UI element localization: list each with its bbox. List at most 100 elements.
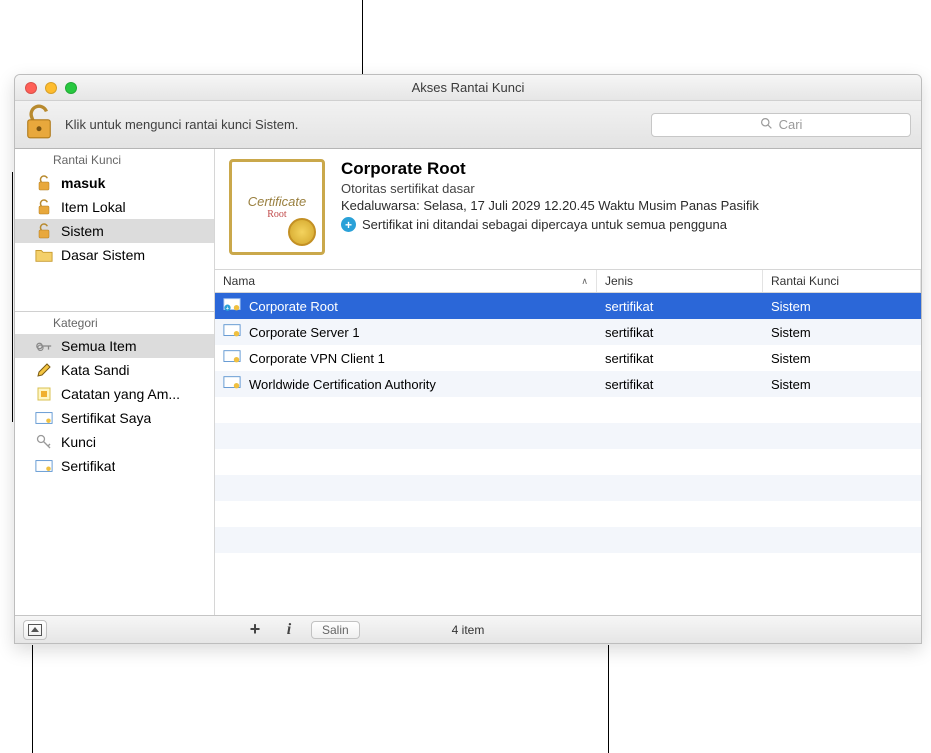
sort-ascending-icon: ∧ bbox=[581, 276, 588, 287]
certificate-expiry: Kedaluwarsa: Selasa, 17 Juli 2029 12.20.… bbox=[341, 198, 907, 213]
column-header-keychain-label: Rantai Kunci bbox=[771, 274, 839, 288]
column-header-kind[interactable]: Jenis bbox=[597, 270, 763, 292]
cell-name-text: Corporate VPN Client 1 bbox=[249, 351, 385, 366]
certificate-icon bbox=[223, 348, 241, 369]
certificate-metadata: Corporate Root Otoritas sertifikat dasar… bbox=[341, 159, 907, 255]
table-row[interactable]: Worldwide Certification Authority sertifi… bbox=[215, 371, 921, 397]
cell-name-text: Corporate Server 1 bbox=[249, 325, 360, 340]
note-icon bbox=[35, 385, 53, 403]
mycert-icon bbox=[35, 409, 53, 427]
table-header: Nama ∧ Jenis Rantai Kunci bbox=[215, 269, 921, 293]
unlock-icon bbox=[25, 104, 53, 145]
cell-name-text: Worldwide Certification Authority bbox=[249, 377, 436, 392]
keychains-section: Rantai Kunci masukItem LokalSistemDasar … bbox=[15, 149, 214, 267]
cell-keychain: Sistem bbox=[763, 299, 921, 314]
toggle-sidebar-button[interactable] bbox=[23, 620, 47, 640]
close-window-button[interactable] bbox=[25, 82, 37, 94]
cell-kind: sertifikat bbox=[597, 299, 763, 314]
sidebar-category-item[interactable]: Sertifikat Saya bbox=[15, 406, 214, 430]
column-header-name-label: Nama bbox=[223, 274, 255, 288]
table-row-empty bbox=[215, 397, 921, 423]
guide-line bbox=[32, 645, 33, 753]
sidebar-item-label: Semua Item bbox=[61, 338, 136, 354]
search-icon bbox=[760, 117, 773, 133]
zoom-window-button[interactable] bbox=[65, 82, 77, 94]
column-header-kind-label: Jenis bbox=[605, 274, 633, 288]
trust-status-text: Sertifikat ini ditandai sebagai dipercay… bbox=[362, 217, 727, 232]
search-placeholder: Cari bbox=[779, 117, 803, 132]
table-row[interactable]: + Corporate Root sertifikatSistem bbox=[215, 293, 921, 319]
sidebar-keychain-item[interactable]: Item Lokal bbox=[15, 195, 214, 219]
table-row[interactable]: Corporate Server 1 sertifikatSistem bbox=[215, 319, 921, 345]
table-body[interactable]: +Corporate RootsertifikatSistemCorporate… bbox=[215, 293, 921, 615]
sidebar-keychain-item[interactable]: Sistem bbox=[15, 219, 214, 243]
sidebar-category-item[interactable]: Sertifikat bbox=[15, 454, 214, 478]
folder-cert-icon bbox=[35, 246, 53, 264]
sidebar-item-label: Sistem bbox=[61, 223, 104, 239]
certificate-name: Corporate Root bbox=[341, 159, 907, 179]
window-body: Rantai Kunci masuk Item Lokal Sistem Dasar … bbox=[15, 149, 921, 615]
cell-keychain: Sistem bbox=[763, 351, 921, 366]
sidebar-item-label: Item Lokal bbox=[61, 199, 126, 215]
sidebar: Rantai Kunci masukItem LokalSistemDasar … bbox=[15, 149, 215, 615]
main-content: Certificate Root Corporate Root Otoritas… bbox=[215, 149, 921, 615]
table-row-empty bbox=[215, 501, 921, 527]
cell-kind: sertifikat bbox=[597, 325, 763, 340]
keyset-icon bbox=[35, 337, 53, 355]
sidebar-category-item[interactable]: Semua Item bbox=[15, 334, 214, 358]
sidebar-item-label: Dasar Sistem bbox=[61, 247, 145, 263]
sidebar-item-label: Kata Sandi bbox=[61, 362, 130, 378]
toolbar: Klik untuk mengunci rantai kunci Sistem.… bbox=[15, 101, 921, 149]
sidebar-item-label: Sertifikat Saya bbox=[61, 410, 151, 426]
table-row-empty bbox=[215, 475, 921, 501]
minimize-window-button[interactable] bbox=[45, 82, 57, 94]
cert-image-title: Certificate bbox=[248, 194, 307, 209]
keychain-access-window: Akses Rantai Kunci Klik untuk mengunci r… bbox=[14, 74, 922, 644]
guide-line bbox=[12, 172, 13, 422]
certificate-icon bbox=[223, 322, 241, 343]
cell-kind: sertifikat bbox=[597, 377, 763, 392]
table-row[interactable]: Corporate VPN Client 1 sertifikatSistem bbox=[215, 345, 921, 371]
certificate-details: Certificate Root Corporate Root Otoritas… bbox=[215, 149, 921, 269]
unlock-icon bbox=[35, 198, 53, 216]
table-row-empty bbox=[215, 423, 921, 449]
add-item-button[interactable]: + bbox=[243, 619, 267, 641]
cell-name: Worldwide Certification Authority bbox=[215, 374, 597, 395]
cell-name: Corporate VPN Client 1 bbox=[215, 348, 597, 369]
sidebar-category-item[interactable]: Kata Sandi bbox=[15, 358, 214, 382]
search-input[interactable]: Cari bbox=[651, 113, 911, 137]
cert-image-subtitle: Root bbox=[267, 209, 286, 220]
column-header-keychain[interactable]: Rantai Kunci bbox=[763, 270, 921, 292]
seal-icon bbox=[288, 218, 316, 246]
cert-icon bbox=[35, 457, 53, 475]
certificate-icon: + bbox=[223, 296, 241, 317]
sidebar-item-label: masuk bbox=[61, 175, 105, 191]
window-controls bbox=[25, 82, 77, 94]
cell-name-text: Corporate Root bbox=[249, 299, 338, 314]
unlock-icon bbox=[35, 174, 53, 192]
copy-button[interactable]: Salin bbox=[311, 621, 360, 639]
sidebar-keychain-item[interactable]: masuk bbox=[15, 171, 214, 195]
info-button[interactable]: i bbox=[277, 619, 301, 641]
pencil-icon bbox=[35, 361, 53, 379]
titlebar[interactable]: Akses Rantai Kunci bbox=[15, 75, 921, 101]
svg-text:+: + bbox=[226, 305, 229, 311]
categories-header: Kategori bbox=[15, 312, 214, 334]
cell-name: Corporate Server 1 bbox=[215, 322, 597, 343]
column-header-name[interactable]: Nama ∧ bbox=[215, 270, 597, 292]
table-row-empty bbox=[215, 449, 921, 475]
item-count: 4 item bbox=[452, 623, 485, 637]
sidebar-item-label: Catatan yang Am... bbox=[61, 386, 180, 402]
certificate-image-icon: Certificate Root bbox=[229, 159, 325, 255]
unlock-icon bbox=[35, 222, 53, 240]
sidebar-category-item[interactable]: Kunci bbox=[15, 430, 214, 454]
guide-line bbox=[608, 645, 609, 753]
certificate-icon bbox=[223, 374, 241, 395]
cell-kind: sertifikat bbox=[597, 351, 763, 366]
sidebar-category-item[interactable]: Catatan yang Am... bbox=[15, 382, 214, 406]
cell-keychain: Sistem bbox=[763, 325, 921, 340]
lock-keychain-control[interactable]: Klik untuk mengunci rantai kunci Sistem. bbox=[25, 104, 298, 145]
cell-name: + Corporate Root bbox=[215, 296, 597, 317]
footer: + i Salin 4 item bbox=[15, 615, 921, 643]
sidebar-keychain-item[interactable]: Dasar Sistem bbox=[15, 243, 214, 267]
